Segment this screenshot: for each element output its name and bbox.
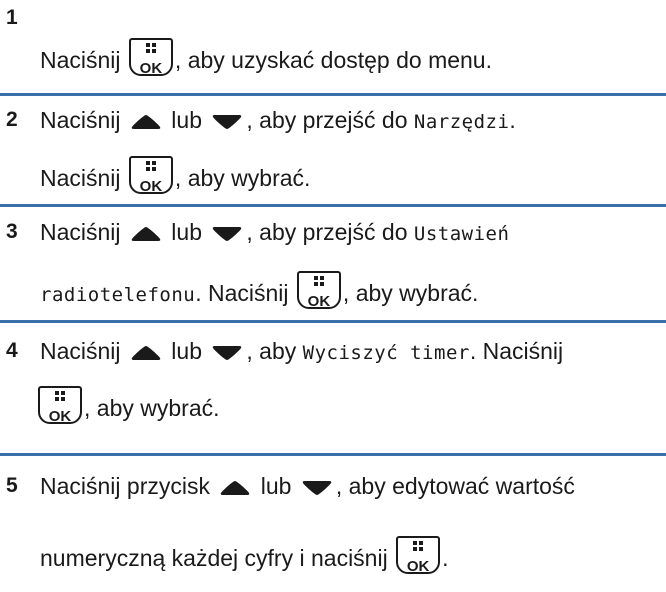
down-arrow-icon [302,480,332,495]
step-line: Naciśnij lub , aby przejść do Ustawień [40,217,509,249]
menu-item-name: Narzędzi [413,111,510,133]
down-arrow-icon [213,226,242,241]
up-arrow-icon [131,345,161,360]
step-line: numeryczną każdej cyfry i naciśnij OK. [40,536,449,575]
instruction-text: . Naciśnij [195,280,295,306]
instruction-text: , aby wybrać. [84,395,220,421]
instruction-text: Naciśnij przycisk [40,473,217,499]
instruction-text: , aby przejść do [246,219,414,245]
menu-ok-button-icon: OK [396,536,441,575]
instruction-text: lub [164,219,209,245]
step-line: Naciśnij OK, aby uzyskać dostęp do menu. [40,38,492,77]
menu-item-name: Wyciszyć timer [302,342,470,364]
down-arrow-icon [213,114,242,129]
step-number: 2 [6,108,18,131]
instruction-text: lub [164,107,209,133]
up-arrow-icon [221,480,250,495]
instruction-text: , aby [246,338,303,364]
menu-item-name: Ustawień [413,223,510,245]
step-line: Naciśnij przycisk lub , aby edytować war… [40,471,575,501]
instruction-text: . [442,545,449,571]
menu-ok-button-icon: OK [296,271,341,310]
step-line: Naciśnij OK, aby wybrać. [40,156,311,195]
instruction-text: , aby edytować wartość [335,473,575,499]
step-divider [0,320,666,323]
step-line: Naciśnij lub , aby Wyciszyć timer. Naciś… [40,336,563,368]
menu-ok-button-icon: OK [38,386,82,425]
down-arrow-icon [213,345,242,360]
instruction-text: numeryczną każdej cyfry i naciśnij [40,545,395,571]
instruction-text: , aby przejść do [246,107,414,133]
instruction-text: lub [254,473,298,499]
instruction-text: , aby wybrać. [174,165,311,191]
instruction-text: Naciśnij [40,165,127,191]
step-line: radiotelefonu. Naciśnij OK, aby wybrać. [40,271,478,310]
step-number: 5 [6,474,18,497]
step-divider [0,453,666,456]
step-number: 1 [6,6,18,29]
instruction-text: , aby wybrać. [342,280,479,306]
step-number: 3 [6,220,18,243]
instruction-text: Naciśnij [40,107,127,133]
step-divider [0,93,666,96]
instruction-text: Naciśnij [40,219,127,245]
step-line: OK, aby wybrać. [36,386,220,425]
menu-item-name: radiotelefonu [40,284,196,306]
instruction-text: lub [164,338,209,364]
instruction-text: Naciśnij [40,338,127,364]
instruction-text: Naciśnij [40,47,127,73]
menu-ok-button-icon: OK [128,156,173,195]
up-arrow-icon [131,114,161,129]
step-divider [0,204,666,207]
step-number: 4 [6,339,18,362]
instruction-text: . [509,107,516,133]
step-line: Naciśnij lub , aby przejść do Narzędzi. [40,105,516,137]
instruction-text: . Naciśnij [469,338,564,364]
up-arrow-icon [131,226,161,241]
instruction-text: , aby uzyskać dostęp do menu. [174,47,492,73]
menu-ok-button-icon: OK [128,38,173,77]
